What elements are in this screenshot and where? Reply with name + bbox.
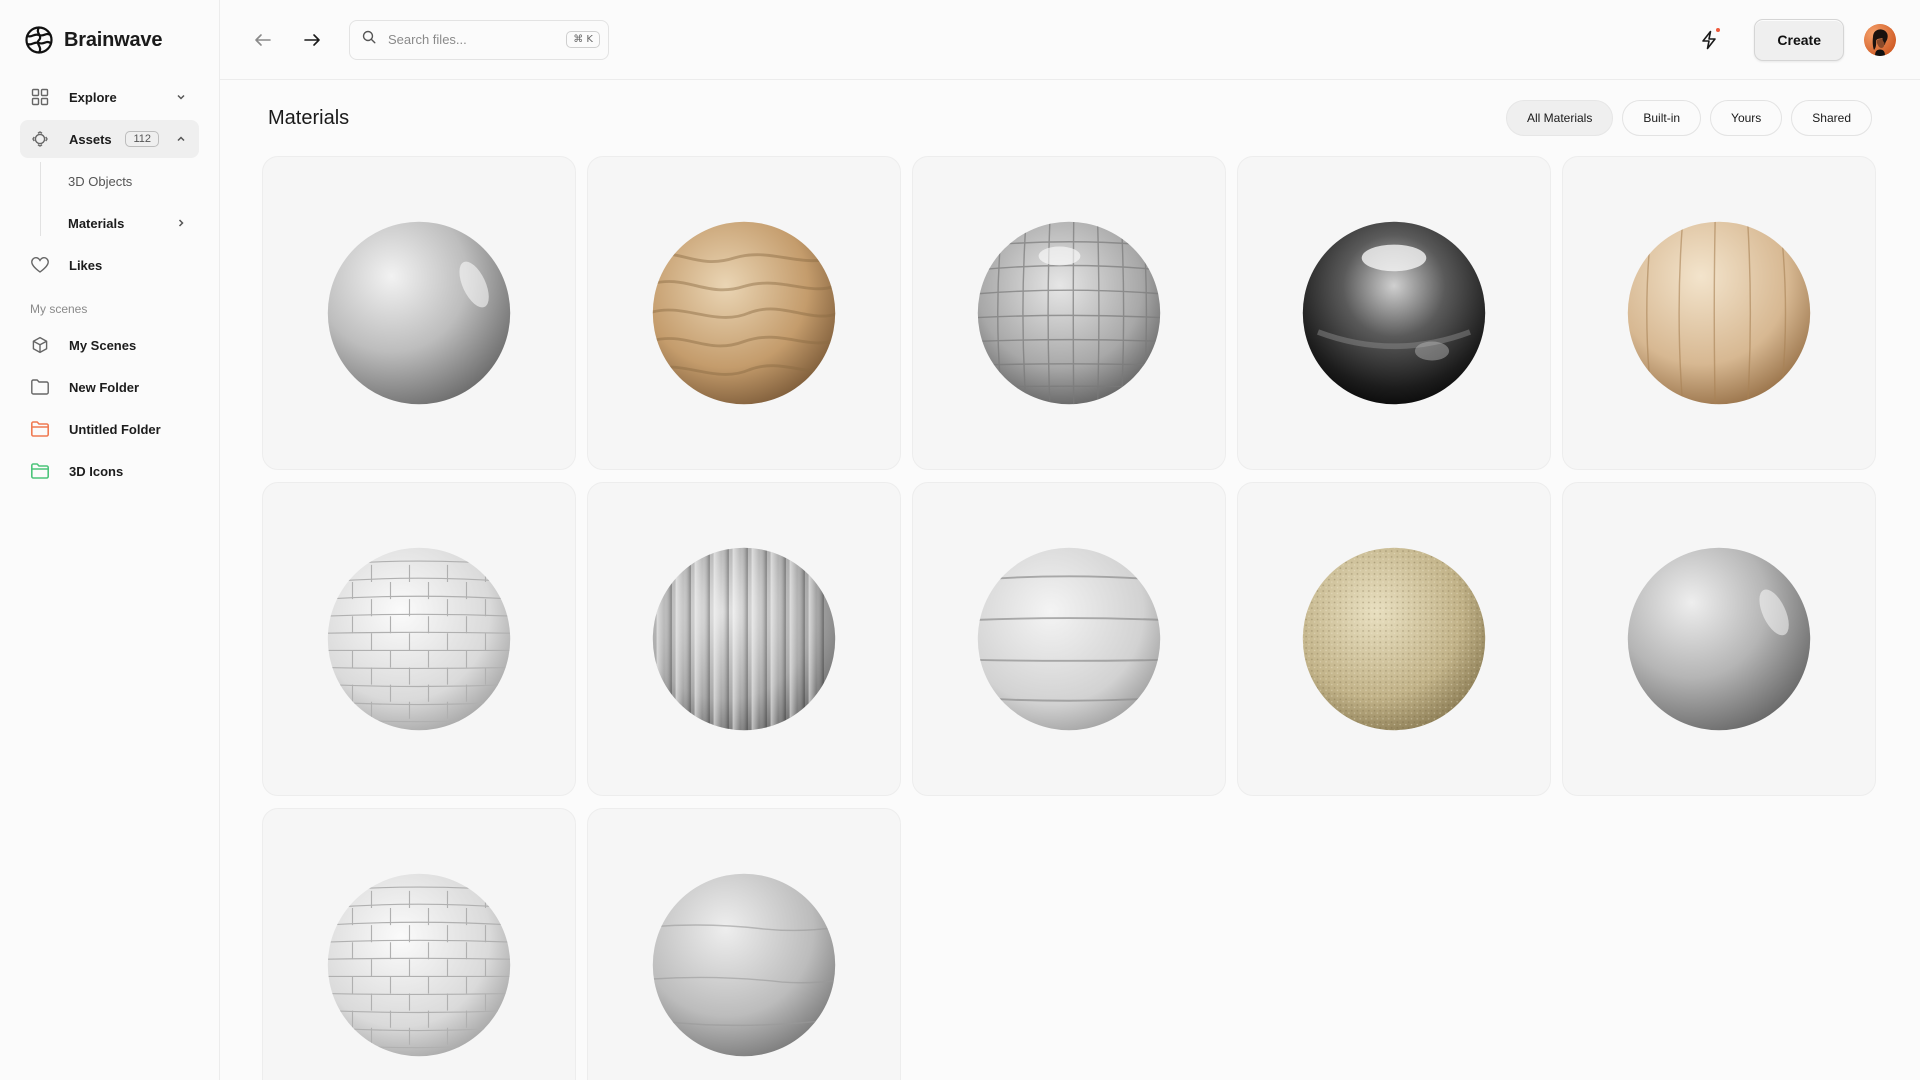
folder-icon-green (30, 461, 50, 481)
sidebar-item-label: Materials (68, 215, 125, 231)
search-icon (362, 30, 376, 49)
material-preview-matte-plaster (327, 221, 511, 405)
sidebar-item-materials[interactable]: Materials (40, 204, 199, 242)
material-preview-ribbed-fins (652, 547, 836, 731)
materials-grid (220, 156, 1920, 1080)
material-card[interactable] (262, 156, 576, 470)
material-preview-glossy-tiles (977, 221, 1161, 405)
material-card[interactable] (262, 482, 576, 796)
sidebar-item-label: Assets (69, 131, 112, 147)
filter-built-in[interactable]: Built-in (1622, 100, 1702, 136)
search-shortcut-hint: ⌘ K (566, 31, 600, 48)
page-title: Materials (268, 106, 350, 129)
primary-nav: Explore Assets 112 3D Objects Materials … (20, 78, 199, 284)
sidebar-item-assets[interactable]: Assets 112 (20, 120, 199, 158)
avatar[interactable] (1864, 23, 1896, 56)
material-preview-matte-plaster (1627, 547, 1811, 731)
material-card[interactable] (262, 808, 576, 1080)
material-preview-concrete-planks (977, 547, 1161, 731)
material-preview-wood-planks (1627, 221, 1811, 405)
search-box[interactable]: ⌘ K (349, 19, 609, 60)
material-preview-fuzzy-carpet (1302, 547, 1486, 731)
sidebar-item-untitled-folder[interactable]: Untitled Folder (20, 410, 199, 448)
material-card[interactable] (1237, 482, 1551, 796)
sidebar-item-label: Untitled Folder (69, 421, 161, 437)
material-card[interactable] (1562, 482, 1876, 796)
brand-name: Brainwave (64, 28, 163, 51)
sidebar-item-label: Explore (69, 89, 117, 105)
brainwave-logo-icon (25, 26, 53, 54)
sidebar-item-label: 3D Objects (68, 173, 133, 189)
sidebar-item-my-scenes[interactable]: My Scenes (20, 326, 199, 364)
filter-all-materials[interactable]: All Materials (1506, 100, 1614, 136)
sidebar-item-label: Likes (69, 257, 103, 273)
notification-dot (1716, 27, 1721, 32)
material-preview-chrome-metal (1302, 221, 1486, 405)
section-title-my-scenes: My scenes (30, 302, 88, 316)
topbar: ⌘ K Create (220, 0, 1920, 80)
material-preview-sand-dunes (652, 221, 836, 405)
create-button[interactable]: Create (1754, 18, 1844, 61)
sidebar-item-label: New Folder (69, 379, 140, 395)
chevron-down-icon[interactable] (173, 89, 189, 105)
chevron-up-icon[interactable] (173, 131, 189, 147)
filter-shared[interactable]: Shared (1791, 100, 1872, 136)
heart-icon (30, 255, 50, 275)
material-card[interactable] (1237, 156, 1551, 470)
folder-icon-orange (30, 419, 50, 439)
assets-subnav: 3D Objects Materials (40, 162, 199, 242)
sidebar-item-3d-objects[interactable]: 3D Objects (40, 162, 199, 200)
scenes-nav: My Scenes New Folder Untitled Folder 3D … (20, 326, 199, 490)
sidebar-item-new-folder[interactable]: New Folder (20, 368, 199, 406)
material-preview-white-bricks (327, 547, 511, 731)
folder-outline-icon (30, 377, 50, 397)
search-input[interactable] (388, 32, 567, 47)
back-arrow-icon[interactable] (248, 25, 278, 55)
chevron-right-icon (173, 215, 189, 231)
material-card[interactable] (587, 482, 901, 796)
sidebar: Brainwave Explore Assets 112 3D Objects … (0, 0, 220, 1080)
material-preview-rough-concrete (652, 873, 836, 1057)
material-preview-white-bricks (327, 873, 511, 1057)
material-card[interactable] (912, 156, 1226, 470)
sidebar-item-3d-icons[interactable]: 3D Icons (20, 452, 199, 490)
sidebar-item-likes[interactable]: Likes (20, 246, 199, 284)
sidebar-item-label: My Scenes (69, 337, 137, 353)
brand[interactable]: Brainwave (23, 20, 199, 60)
forward-arrow-icon[interactable] (297, 25, 327, 55)
assets-count-badge: 112 (125, 131, 159, 147)
main-content: ⌘ K Create (220, 0, 1920, 1080)
sidebar-item-label: 3D Icons (69, 463, 124, 479)
sidebar-item-explore[interactable]: Explore (20, 78, 199, 116)
material-card[interactable] (1562, 156, 1876, 470)
grid-icon (30, 87, 50, 107)
material-card[interactable] (587, 156, 901, 470)
filter-yours[interactable]: Yours (1710, 100, 1783, 136)
material-card[interactable] (912, 482, 1226, 796)
lightning-icon[interactable] (1694, 25, 1724, 55)
material-card[interactable] (587, 808, 901, 1080)
page-header: Materials All Materials Built-in Yours S… (220, 80, 1920, 156)
cube-icon (30, 335, 50, 355)
assets-icon (30, 129, 50, 149)
